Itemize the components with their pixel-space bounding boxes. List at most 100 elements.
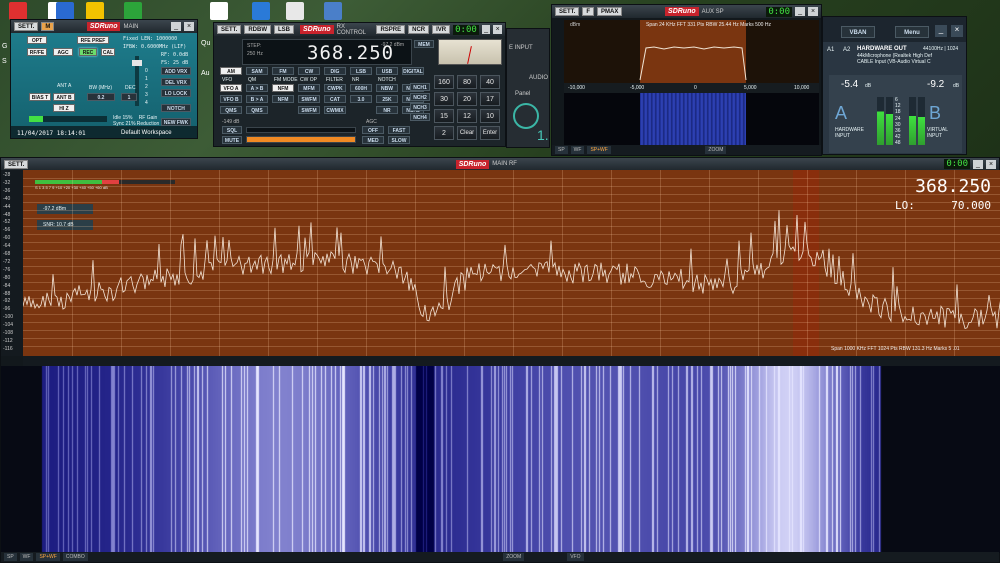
mute-button[interactable]: MUTE <box>222 136 242 144</box>
rec-button[interactable]: REC <box>79 48 97 56</box>
aux-sp-window[interactable]: SETT. F PMAX SDRuno AUX SP 0:00 _ × dBm … <box>551 4 822 156</box>
notch-2-button[interactable]: NCH2 <box>410 93 430 101</box>
sett-button[interactable]: SETT. <box>4 159 29 169</box>
lo-lock-button[interactable]: LO LOCK <box>161 89 191 97</box>
close-icon[interactable]: × <box>808 7 819 16</box>
sett-button[interactable]: SETT. <box>217 25 242 34</box>
keypad-key[interactable]: 40 <box>480 75 500 89</box>
bw-select[interactable]: 0.2 <box>87 93 115 101</box>
minimize-icon[interactable]: _ <box>795 7 806 16</box>
option-button[interactable]: SWFM <box>298 95 320 103</box>
ant-b-button[interactable]: ANT B <box>53 93 75 101</box>
vban-panel-window[interactable]: VBAN Menu _ × A1 A2 HARDWARE OUT 44100Hz… <box>822 16 967 155</box>
wf-button[interactable]: WF <box>570 146 585 154</box>
menu-button[interactable]: Menu <box>895 26 929 38</box>
squelch-slider[interactable] <box>246 127 356 133</box>
mode-button[interactable]: FM <box>272 67 294 75</box>
main-panel-window[interactable]: SETT. M SDRuno MAIN _ × OPT RFE PREF RF/… <box>10 19 198 139</box>
agc-fast-button[interactable]: FAST <box>388 126 410 134</box>
desktop-app-icon[interactable] <box>9 2 27 20</box>
close-icon[interactable]: × <box>951 25 963 37</box>
agc-off-button[interactable]: OFF <box>362 126 384 134</box>
vfo-label[interactable]: VFO <box>567 553 584 561</box>
keypad-key[interactable]: 30 <box>434 92 454 106</box>
waterfall-display[interactable] <box>1 366 1000 553</box>
opt-button[interactable]: OPT <box>27 36 47 44</box>
desktop-app-icon[interactable] <box>324 2 342 20</box>
option-button[interactable]: NR <box>376 106 398 114</box>
audio-dial[interactable] <box>513 103 539 129</box>
rx-control-window[interactable]: SETT. RDBW LSB SDRuno RX CONTROL RSPRE N… <box>213 22 506 147</box>
option-button[interactable]: A > B <box>246 84 268 92</box>
add-vrx-button[interactable]: ADD VRX <box>161 67 191 75</box>
keypad-key[interactable]: Clear <box>457 126 477 140</box>
m-button[interactable]: M <box>41 22 55 31</box>
a2-button[interactable]: A2 <box>843 47 850 53</box>
minimize-icon[interactable]: _ <box>973 159 983 169</box>
a1-button[interactable]: A1 <box>827 47 834 53</box>
option-button[interactable]: 25K <box>376 95 398 103</box>
option-button[interactable]: VFO A <box>220 84 242 92</box>
mode-button[interactable]: SAM <box>246 67 268 75</box>
new-fwk-button[interactable]: NEW FWK <box>161 118 191 126</box>
option-button[interactable]: SWFM <box>298 106 320 114</box>
zoom-label[interactable]: ZOOM <box>705 146 727 154</box>
close-icon[interactable]: × <box>184 22 195 31</box>
option-button[interactable]: NFM <box>272 95 294 103</box>
desktop-app-icon[interactable] <box>252 2 270 20</box>
slider-thumb[interactable] <box>132 60 142 66</box>
sp-wf-button[interactable]: SP+WF <box>587 146 611 154</box>
desktop-app-icon[interactable] <box>210 2 228 20</box>
dec-select[interactable]: 1 <box>121 93 137 101</box>
mode-button[interactable]: LSB <box>350 67 372 75</box>
agc-med-button[interactable]: MED <box>362 136 384 144</box>
agc-button[interactable]: AGC <box>53 48 73 56</box>
option-button[interactable]: QMS <box>220 106 242 114</box>
combo-button[interactable]: COMBO <box>62 553 88 561</box>
option-button[interactable]: NBW <box>376 84 398 92</box>
mode-button[interactable]: AM <box>220 67 242 75</box>
main-spectrum-window[interactable]: SETT. SDRuno MAIN RF 0:00 _ × -28 -32 -36-… <box>0 157 1000 563</box>
sett-button[interactable]: SETT. <box>14 22 39 31</box>
sp-button[interactable]: SP <box>555 146 568 154</box>
bias-t-button[interactable]: BIAS T <box>29 93 51 101</box>
mode-button[interactable]: USB <box>376 67 398 75</box>
desktop-app-icon[interactable] <box>56 2 74 20</box>
main-spectrum-titlebar[interactable]: SETT. SDRuno MAIN RF 0:00 _ × <box>1 158 999 170</box>
keypad-key[interactable]: 160 <box>434 75 454 89</box>
keypad-key[interactable]: 15 <box>434 109 454 123</box>
hi-z-button[interactable]: HI Z <box>53 104 75 112</box>
volume-slider[interactable] <box>246 136 356 143</box>
minimize-icon[interactable]: _ <box>171 22 182 31</box>
option-button[interactable]: B > A <box>246 95 268 103</box>
pmax-button[interactable]: PMAX <box>597 7 623 16</box>
aux-sp-titlebar[interactable]: SETT. F PMAX SDRuno AUX SP 0:00 _ × <box>552 5 821 18</box>
option-button[interactable]: MFM <box>298 84 320 92</box>
notch-1-button[interactable]: NCH1 <box>410 83 430 91</box>
notch-3-button[interactable]: NCH3 <box>410 103 430 111</box>
desktop-app-icon[interactable] <box>86 2 104 20</box>
notch-button[interactable]: NOTCH <box>161 104 191 112</box>
aux-waterfall[interactable] <box>564 93 819 145</box>
rdbw-button[interactable]: RDBW <box>244 25 272 34</box>
rfe-pref-button[interactable]: RFE PREF <box>77 36 109 44</box>
main-panel-titlebar[interactable]: SETT. M SDRuno MAIN _ × <box>11 20 197 33</box>
notch-4-button[interactable]: NCH4 <box>410 113 430 121</box>
zoom-label[interactable]: ZOOM <box>503 553 525 561</box>
keypad-key[interactable]: 2 <box>434 126 454 140</box>
option-button[interactable]: 3.0 <box>350 95 372 103</box>
option-button[interactable]: CWMIX <box>324 106 346 114</box>
mode-button[interactable]: DIG <box>324 67 346 75</box>
wf-button[interactable]: WF <box>19 553 34 561</box>
frequency-display[interactable]: STEP: 250 Hz 368.250 -97.2 dBm <box>242 39 412 65</box>
spectrum-display[interactable]: S 1 3 5 7 9 +10 +20 +30 +40 +50 +60 dB -… <box>23 170 1000 356</box>
option-button[interactable]: 600H <box>350 84 372 92</box>
keypad-key[interactable]: 17 <box>480 92 500 106</box>
keypad-key[interactable]: 20 <box>457 92 477 106</box>
rsp-button[interactable]: RSPRE <box>376 25 406 34</box>
vban-button[interactable]: VBAN <box>841 26 875 38</box>
option-button[interactable]: VFO B <box>220 95 242 103</box>
option-button[interactable]: QMS <box>246 106 268 114</box>
mode-button[interactable]: DIGITAL <box>402 67 424 75</box>
cal-button[interactable]: CAL <box>101 48 115 56</box>
